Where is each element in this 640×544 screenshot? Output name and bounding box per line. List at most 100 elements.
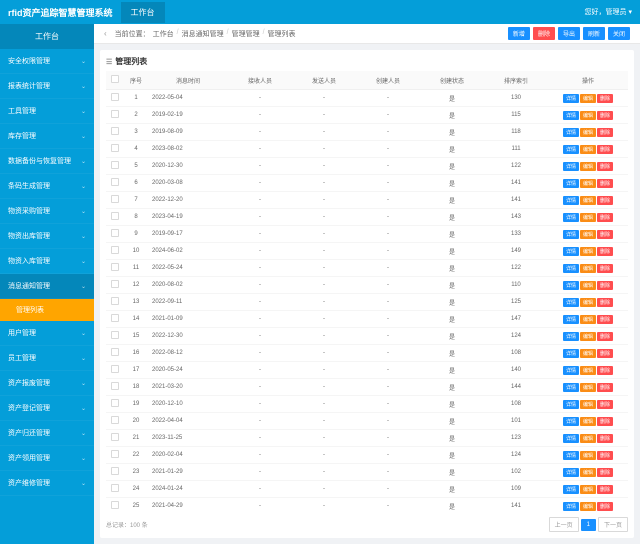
edit-button[interactable]: 编辑 [580, 485, 596, 494]
row-checkbox[interactable] [111, 280, 119, 288]
row-delete-button[interactable]: 删除 [597, 383, 613, 392]
sidebar-item[interactable]: 物资入库管理⌄ [0, 249, 94, 274]
edit-button[interactable]: 编辑 [580, 145, 596, 154]
edit-button[interactable]: 编辑 [580, 417, 596, 426]
sidebar-item[interactable]: 数据备份与恢复管理⌄ [0, 149, 94, 174]
edit-button[interactable]: 编辑 [580, 383, 596, 392]
close-button[interactable]: 关闭 [608, 27, 630, 40]
row-checkbox[interactable] [111, 399, 119, 407]
header-tab[interactable]: 工作台 [121, 2, 165, 23]
export-button[interactable]: 导出 [558, 27, 580, 40]
edit-button[interactable]: 编辑 [580, 111, 596, 120]
row-checkbox[interactable] [111, 450, 119, 458]
sidebar-item[interactable]: 条码生成管理⌄ [0, 174, 94, 199]
delete-button[interactable]: 删除 [533, 27, 555, 40]
row-delete-button[interactable]: 删除 [597, 281, 613, 290]
detail-button[interactable]: 详情 [563, 162, 579, 171]
row-delete-button[interactable]: 删除 [597, 485, 613, 494]
breadcrumb-item[interactable]: 消息通知管理 [182, 29, 224, 39]
sidebar-item[interactable]: 物资采购管理⌄ [0, 199, 94, 224]
edit-button[interactable]: 编辑 [580, 434, 596, 443]
breadcrumb-item[interactable]: 工作台 [153, 29, 174, 39]
row-checkbox[interactable] [111, 314, 119, 322]
prev-page[interactable]: 上一页 [549, 517, 579, 532]
row-checkbox[interactable] [111, 229, 119, 237]
row-checkbox[interactable] [111, 348, 119, 356]
detail-button[interactable]: 详情 [563, 128, 579, 137]
sidebar-item[interactable]: 资产报废管理⌄ [0, 371, 94, 396]
detail-button[interactable]: 详情 [563, 366, 579, 375]
row-delete-button[interactable]: 删除 [597, 349, 613, 358]
detail-button[interactable]: 详情 [563, 281, 579, 290]
edit-button[interactable]: 编辑 [580, 400, 596, 409]
breadcrumb-item[interactable]: 管理管理 [232, 29, 260, 39]
detail-button[interactable]: 详情 [563, 196, 579, 205]
row-checkbox[interactable] [111, 484, 119, 492]
detail-button[interactable]: 详情 [563, 349, 579, 358]
row-checkbox[interactable] [111, 144, 119, 152]
edit-button[interactable]: 编辑 [580, 298, 596, 307]
row-delete-button[interactable]: 删除 [597, 417, 613, 426]
detail-button[interactable]: 详情 [563, 315, 579, 324]
row-delete-button[interactable]: 删除 [597, 502, 613, 511]
row-delete-button[interactable]: 删除 [597, 468, 613, 477]
row-delete-button[interactable]: 删除 [597, 111, 613, 120]
sidebar-item[interactable]: 消息通知管理⌄ [0, 274, 94, 299]
row-checkbox[interactable] [111, 246, 119, 254]
row-checkbox[interactable] [111, 467, 119, 475]
row-checkbox[interactable] [111, 416, 119, 424]
sidebar-item[interactable]: 用户管理⌄ [0, 321, 94, 346]
row-checkbox[interactable] [111, 382, 119, 390]
edit-button[interactable]: 编辑 [580, 264, 596, 273]
row-delete-button[interactable]: 删除 [597, 145, 613, 154]
row-delete-button[interactable]: 删除 [597, 400, 613, 409]
row-delete-button[interactable]: 删除 [597, 434, 613, 443]
detail-button[interactable]: 详情 [563, 451, 579, 460]
row-delete-button[interactable]: 删除 [597, 213, 613, 222]
sidebar-item[interactable]: 资产领用管理⌄ [0, 446, 94, 471]
row-checkbox[interactable] [111, 178, 119, 186]
detail-button[interactable]: 详情 [563, 111, 579, 120]
refresh-button[interactable]: 刷新 [583, 27, 605, 40]
edit-button[interactable]: 编辑 [580, 332, 596, 341]
detail-button[interactable]: 详情 [563, 230, 579, 239]
row-delete-button[interactable]: 删除 [597, 298, 613, 307]
edit-button[interactable]: 编辑 [580, 502, 596, 511]
detail-button[interactable]: 详情 [563, 417, 579, 426]
detail-button[interactable]: 详情 [563, 213, 579, 222]
detail-button[interactable]: 详情 [563, 179, 579, 188]
detail-button[interactable]: 详情 [563, 264, 579, 273]
row-delete-button[interactable]: 删除 [597, 94, 613, 103]
sidebar-item[interactable]: 物资出库管理⌄ [0, 224, 94, 249]
row-checkbox[interactable] [111, 212, 119, 220]
edit-button[interactable]: 编辑 [580, 281, 596, 290]
detail-button[interactable]: 详情 [563, 298, 579, 307]
edit-button[interactable]: 编辑 [580, 230, 596, 239]
row-checkbox[interactable] [111, 433, 119, 441]
detail-button[interactable]: 详情 [563, 94, 579, 103]
edit-button[interactable]: 编辑 [580, 247, 596, 256]
user-menu[interactable]: 您好，管理员 ▾ [585, 7, 632, 17]
detail-button[interactable]: 详情 [563, 502, 579, 511]
detail-button[interactable]: 详情 [563, 468, 579, 477]
sidebar-item[interactable]: 库存管理⌄ [0, 124, 94, 149]
sidebar-item[interactable]: 员工管理⌄ [0, 346, 94, 371]
sidebar-item[interactable]: 工具管理⌄ [0, 99, 94, 124]
sidebar-top[interactable]: 工作台 [0, 24, 94, 49]
edit-button[interactable]: 编辑 [580, 213, 596, 222]
row-delete-button[interactable]: 删除 [597, 162, 613, 171]
row-delete-button[interactable]: 删除 [597, 264, 613, 273]
row-delete-button[interactable]: 删除 [597, 451, 613, 460]
detail-button[interactable]: 详情 [563, 485, 579, 494]
sidebar-item[interactable]: 资产登记管理⌄ [0, 396, 94, 421]
row-delete-button[interactable]: 删除 [597, 128, 613, 137]
edit-button[interactable]: 编辑 [580, 128, 596, 137]
sidebar-item[interactable]: 资产维修管理⌄ [0, 471, 94, 496]
detail-button[interactable]: 详情 [563, 434, 579, 443]
row-checkbox[interactable] [111, 127, 119, 135]
sidebar-item[interactable]: 报表统计管理⌄ [0, 74, 94, 99]
edit-button[interactable]: 编辑 [580, 315, 596, 324]
edit-button[interactable]: 编辑 [580, 162, 596, 171]
edit-button[interactable]: 编辑 [580, 179, 596, 188]
collapse-icon[interactable]: ‹ [104, 29, 107, 38]
